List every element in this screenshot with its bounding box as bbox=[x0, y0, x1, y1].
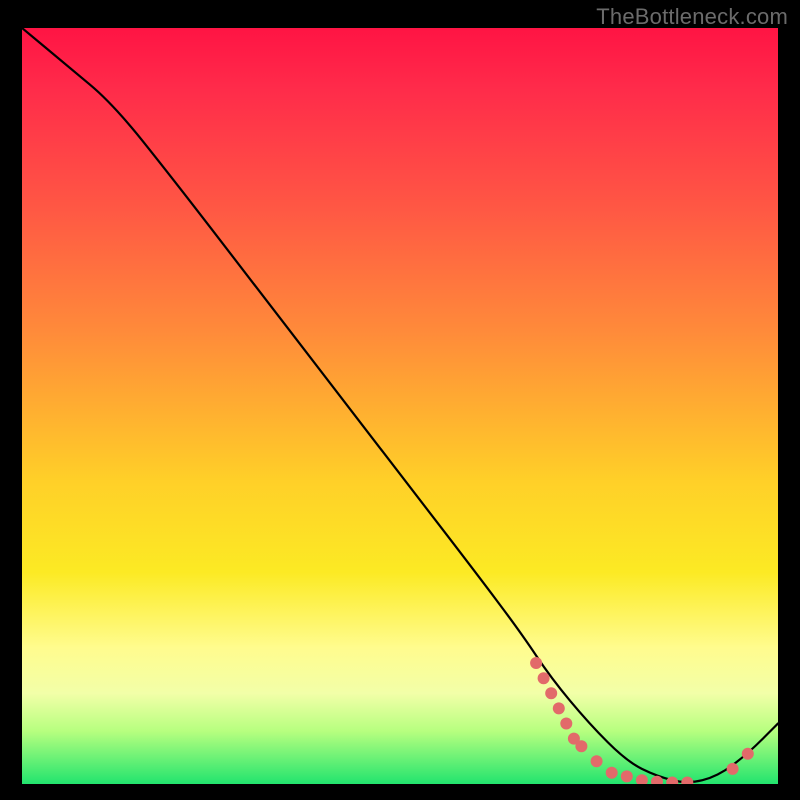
marker-point bbox=[742, 748, 754, 760]
marker-point bbox=[591, 755, 603, 767]
marker-point bbox=[681, 777, 693, 785]
marker-point bbox=[666, 777, 678, 785]
chart-overlay bbox=[22, 28, 778, 784]
curve-line bbox=[22, 28, 778, 782]
marker-point bbox=[606, 767, 618, 779]
marker-point bbox=[727, 763, 739, 775]
marker-point bbox=[636, 774, 648, 784]
marker-point bbox=[545, 687, 557, 699]
plot-area bbox=[22, 28, 778, 784]
marker-point bbox=[560, 718, 572, 730]
watermark-text: TheBottleneck.com bbox=[596, 4, 788, 30]
marker-point bbox=[538, 672, 550, 684]
marker-point bbox=[621, 770, 633, 782]
marker-point bbox=[553, 702, 565, 714]
marker-group bbox=[530, 657, 754, 784]
chart-container: TheBottleneck.com bbox=[0, 0, 800, 800]
marker-point bbox=[575, 740, 587, 752]
marker-point bbox=[530, 657, 542, 669]
